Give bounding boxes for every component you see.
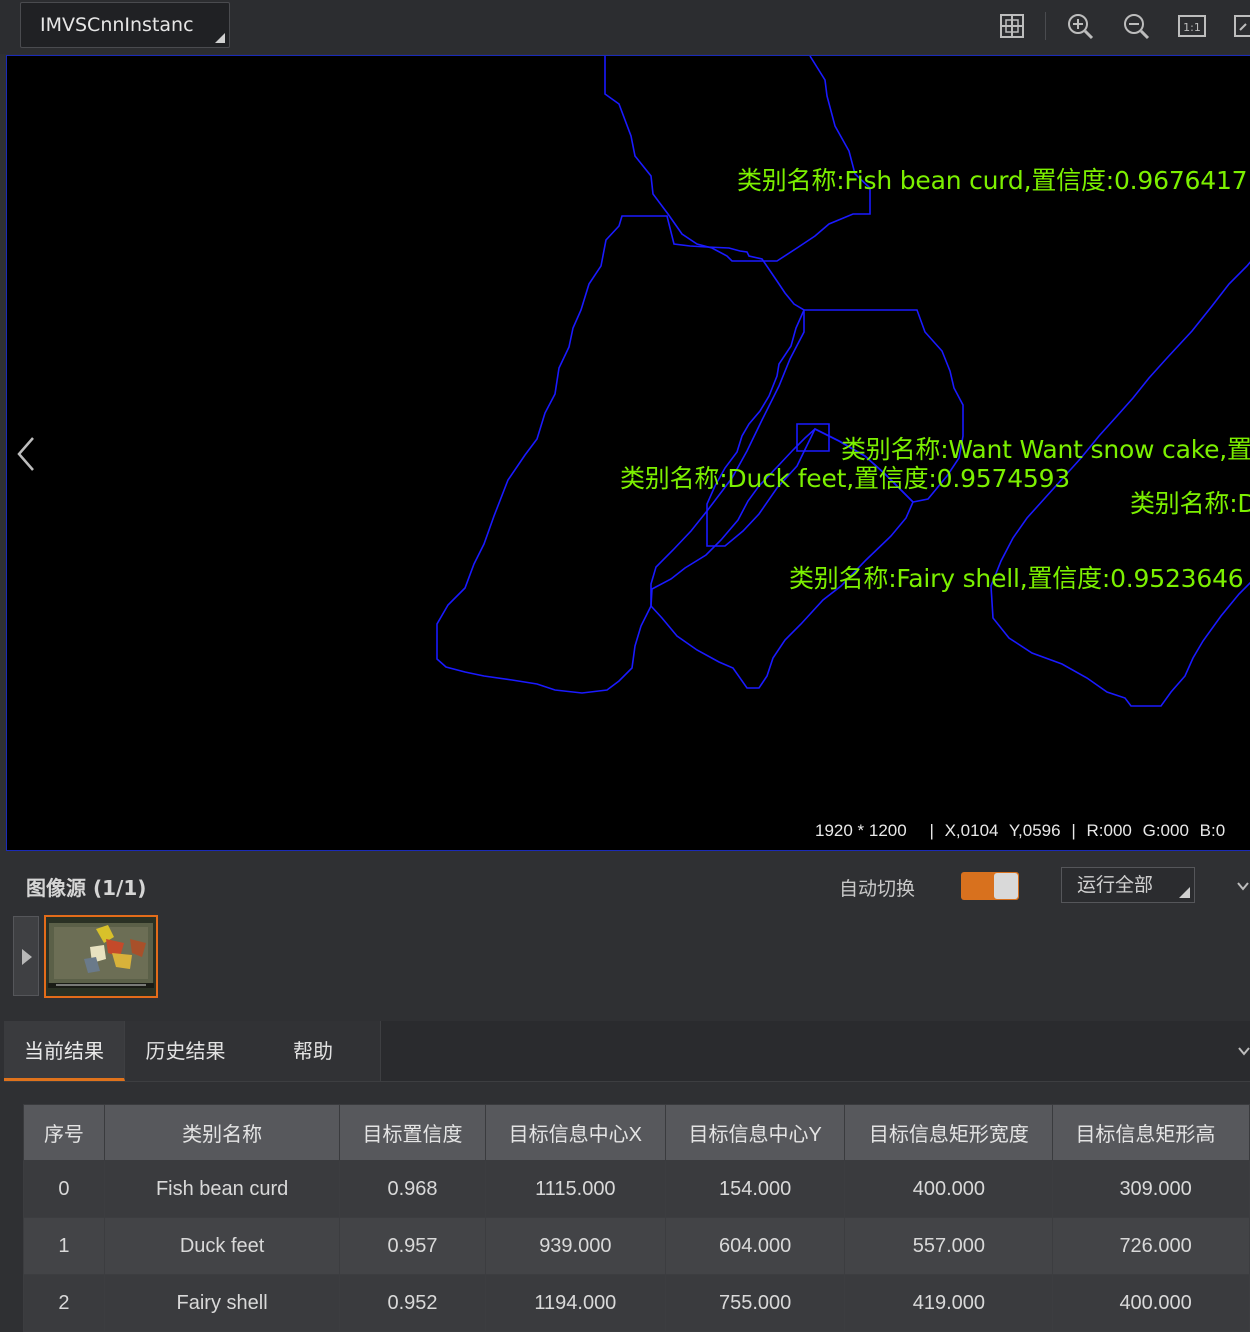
tab-history-results[interactable]: 历史结果 [125, 1021, 247, 1081]
header-class-name[interactable]: 类别名称 [103, 1104, 341, 1161]
table-header-row: 序号 类别名称 目标置信度 目标信息中心X 目标信息中心Y 目标信息矩形宽度 目… [23, 1104, 1250, 1161]
results-table: 序号 类别名称 目标置信度 目标信息中心X 目标信息中心Y 目标信息矩形宽度 目… [23, 1104, 1250, 1332]
run-all-label: 运行全部 [1077, 874, 1154, 896]
play-arrow-icon [22, 949, 32, 965]
status-separator: | [929, 821, 934, 840]
fish-bean-curd-outline [604, 56, 871, 262]
detection-label-duck-feet: 类别名称:Duck feet,置信度:0.9574593 [620, 464, 1071, 493]
cell-center-y: 154.000 [664, 1160, 846, 1218]
image-source-title: 图像源 (1/1) [26, 876, 147, 900]
tab-help[interactable]: 帮助 [246, 1021, 381, 1081]
header-confidence[interactable]: 目标置信度 [339, 1104, 486, 1161]
auto-switch-label: 自动切换 [839, 878, 916, 900]
fullscreen-icon[interactable] [1232, 10, 1250, 42]
cell-rect-width: 557.000 [844, 1217, 1054, 1275]
cell-center-x: 1115.000 [484, 1160, 666, 1218]
top-toolbar: IMVSCnnInstanc 1:1 [0, 0, 1250, 54]
image-resolution: 1920 * 1200 [815, 821, 907, 840]
pixel-r: R:000 [1086, 821, 1132, 840]
cell-center-x: 939.000 [484, 1217, 666, 1275]
cell-center-y: 604.000 [664, 1217, 846, 1275]
toggle-knob [994, 873, 1018, 899]
zoom-out-icon[interactable] [1120, 10, 1152, 42]
detection-label-fairy-shell: 类别名称:Fairy shell,置信度:0.9523646 [789, 564, 1244, 593]
header-center-y[interactable]: 目标信息中心Y [664, 1104, 846, 1161]
header-index[interactable]: 序号 [23, 1104, 105, 1161]
snow-cake-outline [706, 309, 964, 547]
chevron-down-icon[interactable] [1238, 1043, 1250, 1057]
cursor-x: X,0104 [944, 821, 999, 840]
header-center-x[interactable]: 目标信息中心X [484, 1104, 666, 1161]
pixel-g: G:000 [1142, 821, 1189, 840]
cell-class-name: Fish bean curd [103, 1160, 341, 1218]
run-all-button[interactable]: 运行全部 [1061, 867, 1195, 903]
viewer-status-bar: 1920 * 1200 | X,0104 Y,0596 | R:000 G:00… [815, 821, 1231, 841]
result-tabs: 当前结果 历史结果 帮助 [4, 1021, 1250, 1082]
cell-class-name: Duck feet [103, 1217, 341, 1275]
auto-switch-toggle[interactable] [961, 872, 1019, 900]
cell-confidence: 0.968 [339, 1160, 486, 1218]
small-box-outline [796, 423, 830, 452]
chevron-down-icon[interactable] [1236, 878, 1250, 892]
image-source-panel: 图像源 (1/1) 自动切换 运行全部 [0, 852, 1250, 1020]
dropdown-caret-icon [1179, 887, 1190, 898]
table-row[interactable]: 1 Duck feet 0.957 939.000 604.000 557.00… [23, 1217, 1250, 1275]
cell-rect-width: 400.000 [844, 1160, 1054, 1218]
status-separator: | [1071, 821, 1076, 840]
image-viewer[interactable]: 类别名称:Fish bean curd,置信度:0.9676417 类别名称:W… [6, 55, 1250, 851]
cell-rect-height: 726.000 [1052, 1217, 1250, 1275]
zoom-in-icon[interactable] [1064, 10, 1096, 42]
cell-index: 1 [23, 1217, 105, 1275]
toolbar-separator [1045, 12, 1046, 40]
header-rect-height[interactable]: 目标信息矩形高 [1052, 1104, 1250, 1161]
cell-rect-height: 309.000 [1052, 1160, 1250, 1218]
fit-window-icon[interactable] [996, 10, 1028, 42]
detection-label-partial: 类别名称:D [1130, 489, 1250, 518]
image-thumbnail[interactable] [44, 915, 158, 998]
thumbnail-image [46, 917, 156, 996]
detection-label-fish-bean-curd: 类别名称:Fish bean curd,置信度:0.9676417 [737, 166, 1248, 195]
instance-select[interactable]: IMVSCnnInstanc [20, 2, 230, 48]
actual-size-icon[interactable]: 1:1 [1176, 10, 1208, 42]
instance-name: IMVSCnnInstanc [40, 14, 194, 36]
cursor-y: Y,0596 [1008, 821, 1061, 840]
previous-image-chevron-icon[interactable] [15, 434, 39, 474]
table-row[interactable]: 0 Fish bean curd 0.968 1115.000 154.000 … [23, 1160, 1250, 1218]
header-rect-width[interactable]: 目标信息矩形宽度 [844, 1104, 1054, 1161]
pixel-b: B:0 [1199, 821, 1226, 840]
thumbnail-expand-button[interactable] [13, 916, 39, 996]
tab-current-results[interactable]: 当前结果 [4, 1021, 125, 1081]
duck-feet-outline [436, 215, 805, 694]
cell-confidence: 0.957 [339, 1217, 486, 1275]
svg-text:1:1: 1:1 [1183, 21, 1201, 34]
cell-index: 0 [23, 1160, 105, 1218]
dropdown-caret-icon [215, 33, 225, 43]
